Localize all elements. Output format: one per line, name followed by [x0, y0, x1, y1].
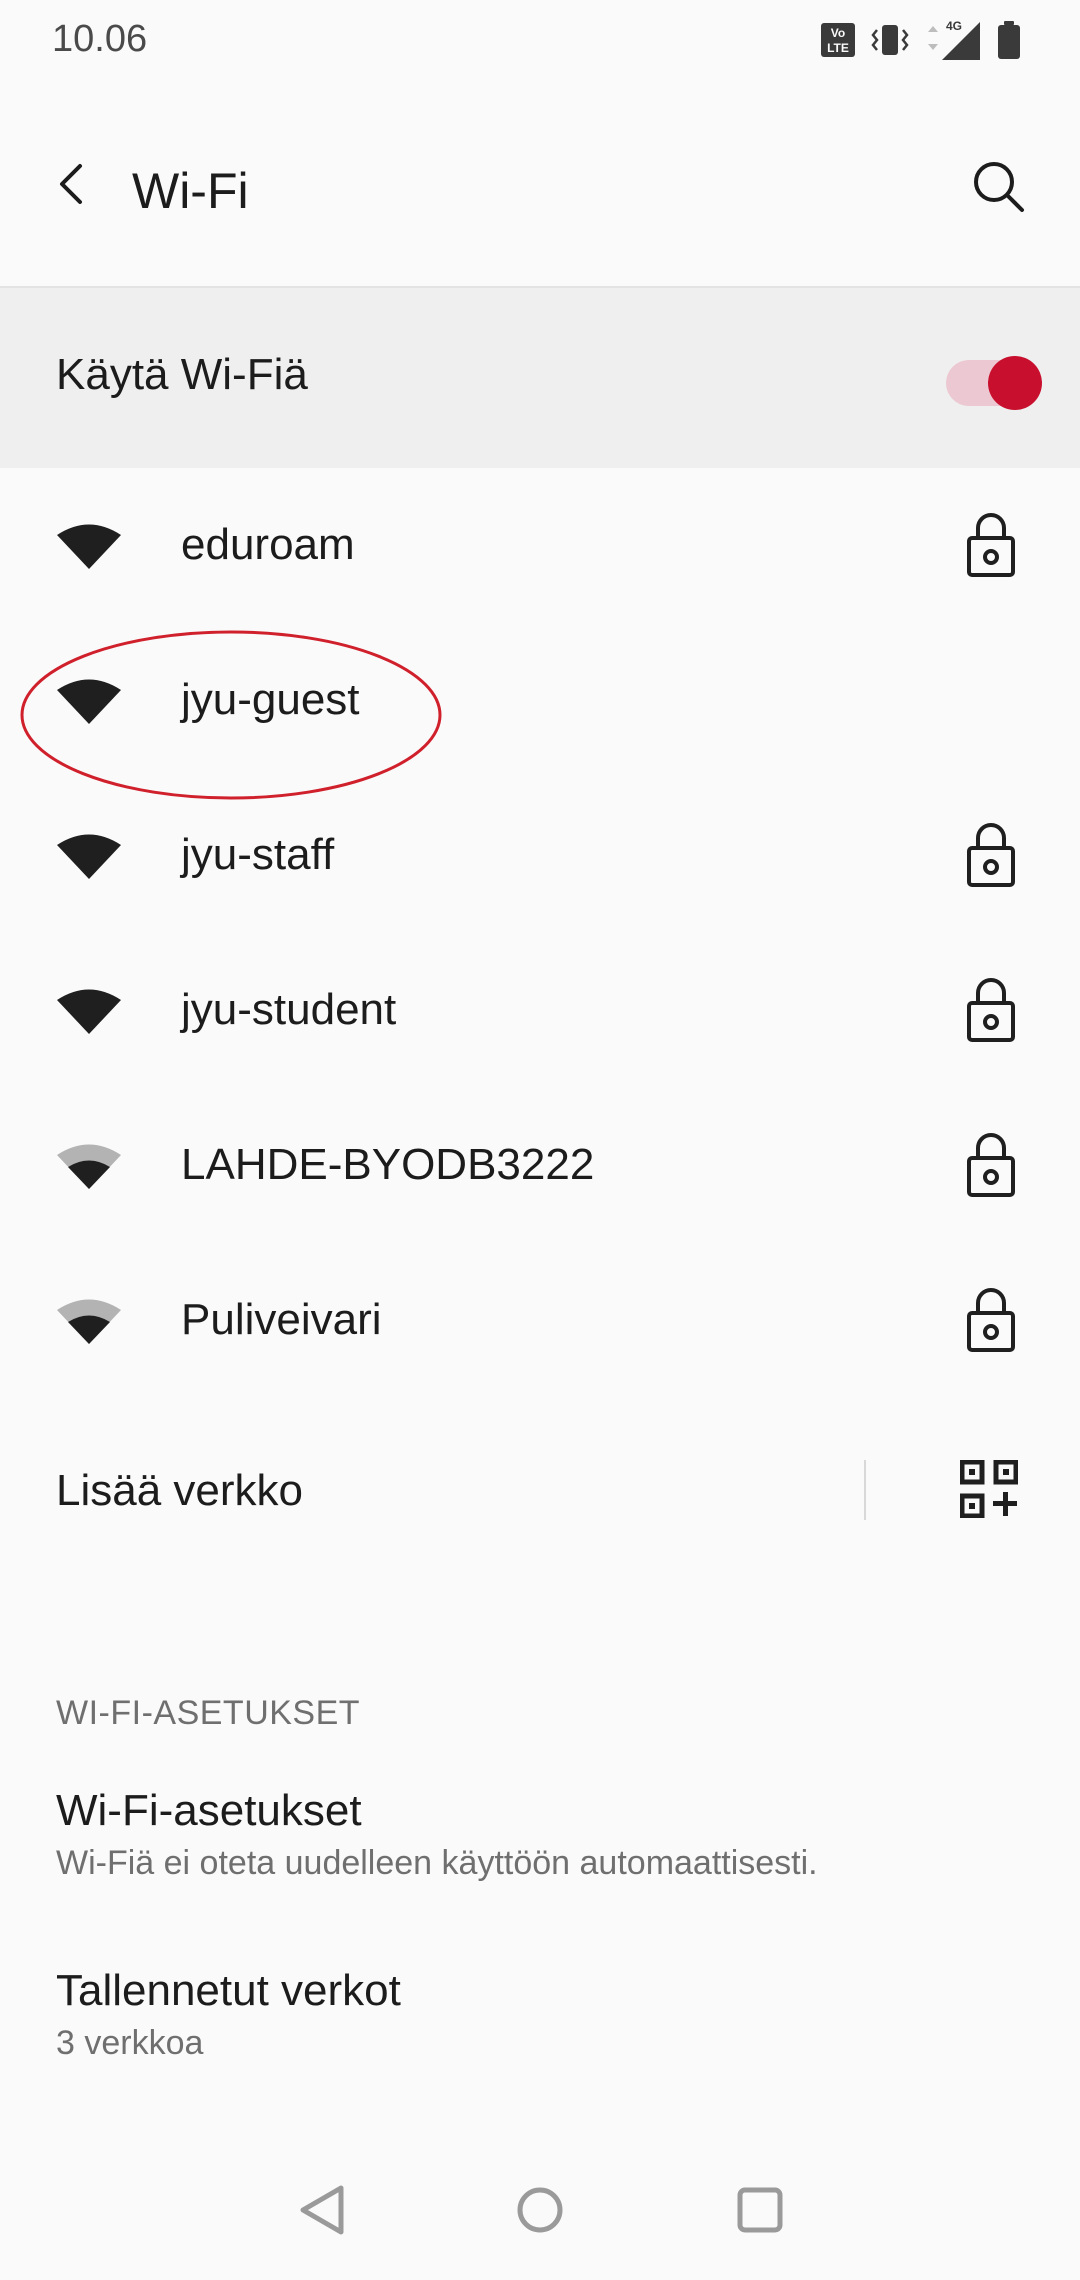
status-bar: 10.06 Vo LTE 4G	[0, 0, 1080, 80]
setting-item-saved-networks[interactable]: Tallennetut verkot 3 verkkoa	[0, 1966, 1080, 2086]
add-network-row[interactable]: Lisää verkko	[0, 1420, 1080, 1560]
nav-recents-button[interactable]	[720, 2170, 800, 2250]
network-item-lahde-byodb3222[interactable]: LAHDE-BYODB3222	[0, 1088, 1080, 1243]
network-item-jyu-staff[interactable]: jyu-staff	[0, 778, 1080, 933]
vibrate-icon	[870, 22, 910, 58]
wifi-full-icon	[57, 679, 121, 724]
lock-icon	[967, 1133, 1015, 1197]
app-bar: Wi-Fi	[0, 80, 1080, 288]
back-triangle-icon	[300, 2185, 344, 2235]
switch-thumb	[988, 356, 1042, 410]
recents-square-icon	[737, 2187, 783, 2233]
home-circle-icon	[517, 2187, 563, 2233]
wifi-medium-icon	[57, 1299, 121, 1344]
setting-item-wifi-preferences[interactable]: Wi-Fi-asetukset Wi-Fiä ei oteta uudellee…	[0, 1786, 1080, 1906]
network-item-eduroam[interactable]: eduroam	[0, 468, 1080, 623]
navigation-bar	[0, 2140, 1080, 2280]
lock-icon	[967, 1288, 1015, 1352]
network-name: eduroam	[181, 520, 355, 569]
wifi-full-icon	[57, 524, 121, 569]
lock-icon	[967, 513, 1015, 577]
volte-label-bottom: LTE	[827, 41, 849, 55]
network-item-jyu-student[interactable]: jyu-student	[0, 933, 1080, 1088]
signal-icon: 4G	[924, 18, 982, 62]
wifi-toggle-row[interactable]: Käytä Wi-Fiä	[0, 288, 1080, 468]
battery-icon	[996, 20, 1022, 60]
search-icon	[974, 162, 1024, 212]
chevron-left-icon	[60, 164, 82, 204]
network-item-jyu-guest[interactable]: jyu-guest	[0, 623, 1080, 778]
setting-title: Wi-Fi-asetukset	[56, 1786, 362, 1835]
network-name: jyu-guest	[181, 675, 360, 724]
wifi-toggle-label: Käytä Wi-Fiä	[56, 350, 308, 399]
back-button[interactable]	[40, 152, 104, 216]
lock-icon	[967, 978, 1015, 1042]
section-header-wifi-settings: WI-FI-ASETUKSET	[56, 1694, 361, 1732]
wifi-toggle-switch[interactable]	[942, 352, 1042, 410]
network-name: jyu-staff	[181, 830, 335, 879]
volte-icon: Vo LTE	[820, 22, 856, 58]
wifi-medium-icon	[57, 1144, 121, 1189]
network-name: jyu-student	[181, 985, 397, 1034]
network-name: LAHDE-BYODB3222	[181, 1140, 595, 1189]
volte-label-top: Vo	[831, 26, 845, 40]
search-button[interactable]	[966, 154, 1030, 218]
wifi-full-icon	[57, 834, 121, 879]
setting-subtitle: Wi-Fiä ei oteta uudelleen käyttöön autom…	[56, 1844, 818, 1882]
add-network-divider	[864, 1460, 866, 1520]
setting-title: Tallennetut verkot	[56, 1966, 401, 2015]
network-list: eduroam jyu-guest jyu-staff jyu-student …	[0, 468, 1080, 1398]
wifi-full-icon	[57, 989, 121, 1034]
setting-subtitle: 3 verkkoa	[56, 2024, 204, 2062]
qr-add-icon[interactable]	[960, 1460, 1018, 1518]
lock-icon	[967, 823, 1015, 887]
add-network-label: Lisää verkko	[56, 1466, 304, 1515]
network-name: Puliveivari	[181, 1295, 382, 1344]
nav-back-button[interactable]	[282, 2170, 362, 2250]
network-type-label: 4G	[946, 19, 962, 33]
network-item-puliveivari[interactable]: Puliveivari	[0, 1243, 1080, 1398]
page-title: Wi-Fi	[132, 163, 249, 219]
nav-home-button[interactable]	[500, 2170, 580, 2250]
wifi-settings-screen: 10.06 Vo LTE 4G Wi-Fi Käytä Wi-Fiä eduro…	[0, 0, 1080, 2280]
status-icons: Vo LTE 4G	[820, 18, 1022, 62]
status-time: 10.06	[52, 18, 148, 60]
